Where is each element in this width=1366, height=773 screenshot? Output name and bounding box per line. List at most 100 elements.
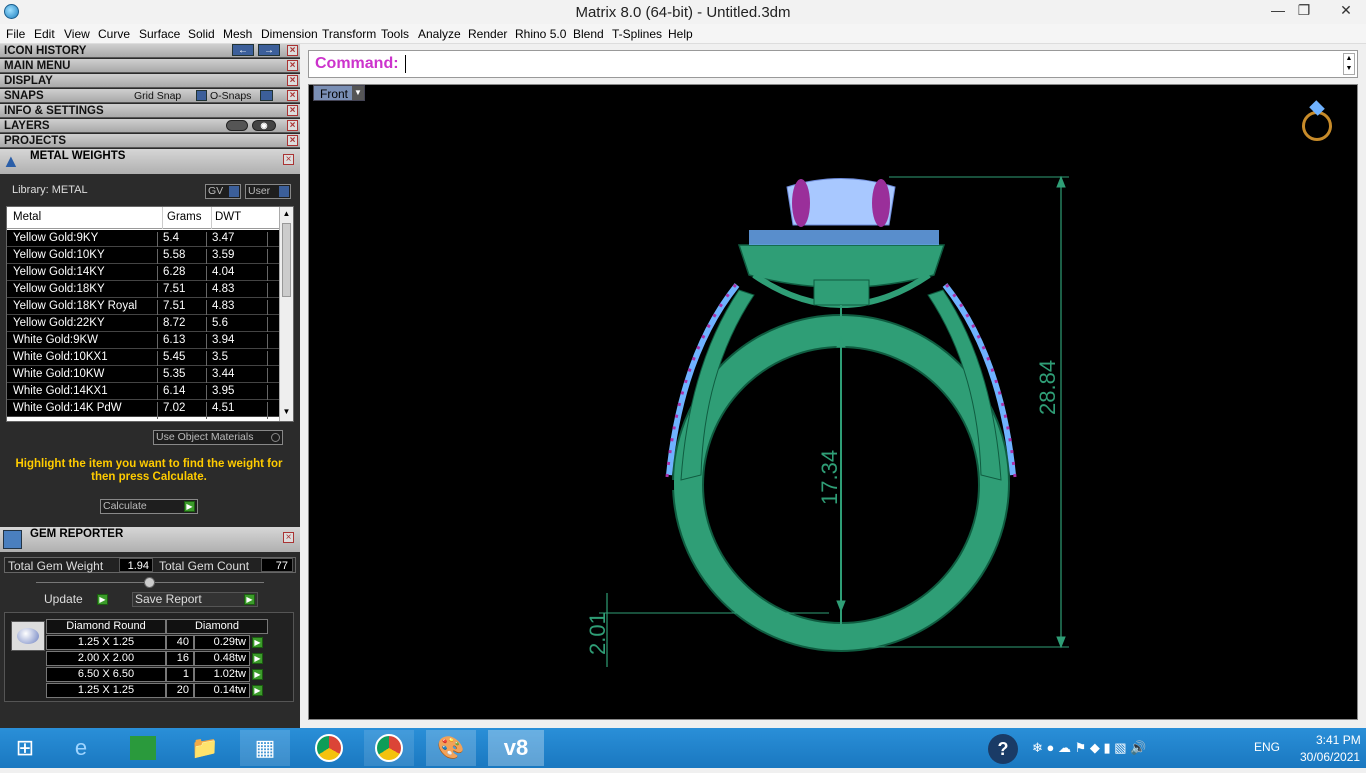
close-icon[interactable]: × (287, 105, 298, 116)
table-row[interactable]: Yellow Gold:9KY 5.4 3.47 (7, 230, 279, 249)
metal-grams: 7.02 (163, 402, 186, 414)
slider-handle[interactable] (144, 577, 155, 588)
close-icon[interactable]: × (287, 90, 298, 101)
eye-icon[interactable]: ◉ (252, 120, 276, 131)
display-header[interactable]: DISPLAY × (0, 74, 300, 88)
table-row[interactable]: Yellow Gold:14KY 6.28 4.04 (7, 264, 279, 283)
metal-name: Yellow Gold:18KY Royal (13, 300, 138, 312)
grid-snap-label[interactable]: Grid Snap (134, 89, 181, 103)
command-input[interactable] (405, 55, 406, 73)
left-panel: ICON HISTORY ← → × MAIN MENU × DISPLAY ×… (0, 44, 300, 728)
store-icon[interactable] (118, 730, 168, 766)
calculate-hint: Highlight the item you want to find the … (15, 458, 283, 483)
table-row[interactable]: White Gold:10KW 5.35 3.44 (7, 366, 279, 385)
menu-blend[interactable]: Blend (573, 27, 604, 41)
calculate-button[interactable]: Calculate ▶ (100, 499, 198, 514)
back-arrow-icon[interactable]: ← (232, 44, 254, 56)
use-object-materials-toggle[interactable]: Use Object Materials (153, 430, 283, 445)
update-button[interactable]: Update ▶ (41, 592, 111, 607)
gv-toggle[interactable]: GV (205, 184, 241, 199)
table-row[interactable]: Yellow Gold:22KY 8.72 5.6 (7, 315, 279, 334)
orientation-ring-icon[interactable] (1299, 100, 1335, 143)
close-icon[interactable]: × (283, 532, 294, 543)
scrollbar[interactable]: ▲ ▼ (279, 207, 293, 421)
close-icon[interactable]: × (287, 135, 298, 146)
close-icon[interactable]: × (287, 120, 298, 131)
grid-snap-toggle[interactable] (196, 90, 207, 101)
maximize-icon[interactable]: ❐ (1290, 0, 1318, 22)
table-row[interactable]: White Gold:14K PdW 7.02 4.51 (7, 400, 279, 419)
table-row[interactable]: Yellow Gold:18KY 7.51 4.83 (7, 281, 279, 300)
gem-size: 1.25 X 1.25 (46, 635, 166, 650)
play-arrow-icon[interactable]: ▶ (252, 685, 263, 696)
menu-edit[interactable]: Edit (34, 27, 55, 41)
gem-count: 20 (166, 683, 194, 698)
menu-analyze[interactable]: Analyze (418, 27, 461, 41)
close-icon[interactable]: × (287, 75, 298, 86)
menu-view[interactable]: View (64, 27, 90, 41)
scroll-down-icon[interactable]: ▼ (281, 407, 292, 416)
forward-arrow-icon[interactable]: → (258, 44, 280, 56)
menu-mesh[interactable]: Mesh (223, 27, 252, 41)
command-bar: Command: ▲ ▼ (308, 50, 1358, 78)
close-icon[interactable]: × (283, 154, 294, 165)
internet-explorer-icon[interactable]: e (56, 730, 106, 766)
layer-visibility-icon[interactable] (226, 120, 248, 131)
app-window-icon[interactable]: ▦ (240, 730, 290, 766)
scroll-up-icon[interactable]: ▲ (281, 209, 292, 218)
o-snaps-toggle[interactable] (260, 90, 273, 101)
minimize-icon[interactable]: — (1264, 0, 1292, 22)
icon-history-header[interactable]: ICON HISTORY ← → × (0, 44, 300, 58)
menu-file[interactable]: File (6, 27, 25, 41)
menu-dimension[interactable]: Dimension (261, 27, 318, 41)
clock-time[interactable]: 3:41 PM (1316, 733, 1361, 747)
play-arrow-icon: ▶ (244, 594, 255, 605)
play-arrow-icon[interactable]: ▶ (252, 653, 263, 664)
help-icon[interactable]: ? (988, 734, 1018, 764)
table-row[interactable]: Yellow Gold:18KY Royal 7.51 4.83 (7, 298, 279, 317)
projects-header[interactable]: PROJECTS × (0, 134, 300, 148)
chrome-icon-2[interactable] (364, 730, 414, 766)
front-viewport[interactable]: Front ▼ 28.84 17.34 2.01 (308, 84, 1358, 720)
table-row[interactable]: White Gold:9KW 6.13 3.94 (7, 332, 279, 351)
info-settings-header[interactable]: INFO & SETTINGS × (0, 104, 300, 118)
table-row[interactable]: Yellow Gold:10KY 5.58 3.59 (7, 247, 279, 266)
table-row[interactable]: White Gold:10KX1 5.45 3.5 (7, 349, 279, 368)
metal-dwt: 3.94 (212, 334, 235, 346)
menu-surface[interactable]: Surface (139, 27, 180, 41)
table-row[interactable]: White Gold:14KX1 6.14 3.95 (7, 383, 279, 402)
o-snaps-label[interactable]: O-Snaps (210, 89, 251, 103)
layers-header[interactable]: LAYERS ◉ × (0, 119, 300, 133)
matrix-app-icon[interactable]: v8 (488, 730, 544, 766)
dim-inner-diameter: 17.34 (817, 449, 842, 505)
menu-help[interactable]: Help (668, 27, 693, 41)
close-icon[interactable]: × (287, 60, 298, 71)
paint-icon[interactable]: 🎨 (426, 730, 476, 766)
menu-transform[interactable]: Transform (322, 27, 376, 41)
user-toggle[interactable]: User (245, 184, 291, 199)
metal-name: Yellow Gold:10KY (13, 249, 105, 261)
clock-date[interactable]: 30/06/2021 (1300, 750, 1360, 764)
chrome-icon[interactable] (304, 730, 354, 766)
play-arrow-icon[interactable]: ▶ (252, 637, 263, 648)
tray-icons[interactable]: ❄ ● ☁ ⚑ ◆ ▮ ▧ 🔊 (1032, 740, 1146, 756)
menu-solid[interactable]: Solid (188, 27, 215, 41)
snaps-header[interactable]: SNAPS Grid Snap O-Snaps × (0, 89, 300, 103)
menu-tools[interactable]: Tools (381, 27, 409, 41)
menu-render[interactable]: Render (468, 27, 507, 41)
windows-start-icon[interactable]: ⊞ (0, 730, 50, 766)
save-report-button[interactable]: Save Report ▶ (132, 592, 258, 607)
menu-tsplines[interactable]: T-Splines (612, 27, 662, 41)
metal-name: White Gold:14K PdW (13, 402, 122, 414)
menu-rhino[interactable]: Rhino 5.0 (515, 27, 566, 41)
main-menu-header[interactable]: MAIN MENU × (0, 59, 300, 73)
metal-weights-table: Metal Grams DWT Yellow Gold:9KY 5.4 3.47 Ye… (6, 206, 294, 422)
menu-curve[interactable]: Curve (98, 27, 130, 41)
scroll-thumb[interactable] (282, 223, 291, 297)
close-icon[interactable]: × (287, 45, 298, 56)
command-scroll-icon[interactable]: ▲ ▼ (1343, 53, 1355, 75)
language-indicator[interactable]: ENG (1254, 740, 1280, 754)
file-explorer-icon[interactable]: 📁 (180, 730, 230, 766)
play-arrow-icon[interactable]: ▶ (252, 669, 263, 680)
close-icon[interactable]: ✕ (1326, 0, 1366, 22)
